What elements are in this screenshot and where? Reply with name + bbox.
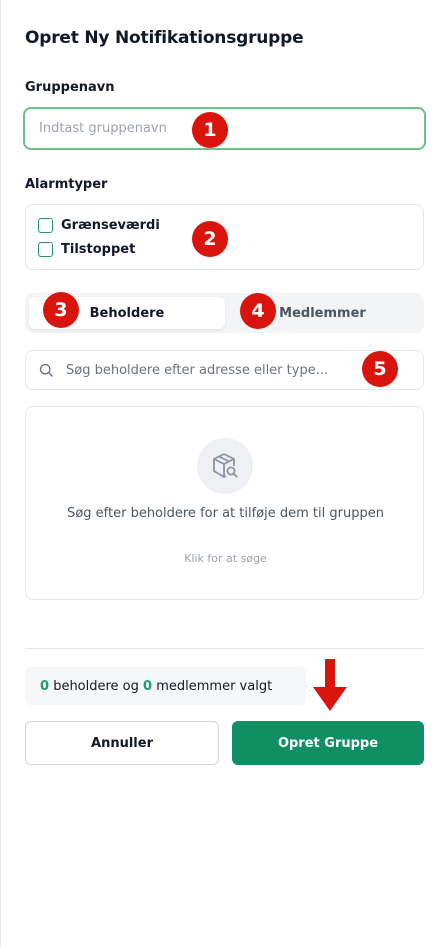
annotation-badge: 3 [43,292,79,328]
cancel-button[interactable]: Annuller [25,721,219,765]
search-icon [39,363,53,377]
empty-state-icon-circle [197,438,253,494]
containers-text: beholdere og [53,678,139,694]
package-search-icon [213,453,238,478]
alarm-type-label: Grænseværdi [61,218,160,233]
alarm-type-clogged[interactable]: Tilstoppet [38,242,135,257]
tab-bar: Beholdere Medlemmer [25,293,424,333]
alarm-types-label: Alarmtyper [25,177,108,192]
checkbox[interactable] [38,218,53,233]
annotation-badge: 2 [192,221,228,257]
empty-state-message: Søg efter beholdere for at tilføje dem t… [67,506,384,521]
alarm-type-threshold[interactable]: Grænseværdi [38,218,160,233]
members-text: medlemmer valgt [156,678,273,694]
panel-left-border [0,0,1,947]
empty-state[interactable]: Søg efter beholdere for at tilføje dem t… [25,406,424,600]
create-group-button[interactable]: Opret Gruppe [232,721,424,765]
group-name-label: Gruppenavn [25,80,115,95]
down-arrow-icon [313,659,347,711]
members-count: 0 [143,678,153,694]
annotation-badge: 5 [362,351,398,387]
divider [25,648,424,649]
page-title: Opret Ny Notifikationsgruppe [25,28,304,48]
annotation-badge: 4 [240,293,276,329]
annotation-badge: 1 [192,112,228,148]
empty-state-link[interactable]: Klik for at søge [66,552,385,565]
containers-count: 0 [40,678,50,694]
checkbox[interactable] [38,242,53,257]
alarm-type-label: Tilstoppet [61,242,136,257]
selection-summary: 0 beholdere og 0 medlemmer valgt [25,667,306,705]
